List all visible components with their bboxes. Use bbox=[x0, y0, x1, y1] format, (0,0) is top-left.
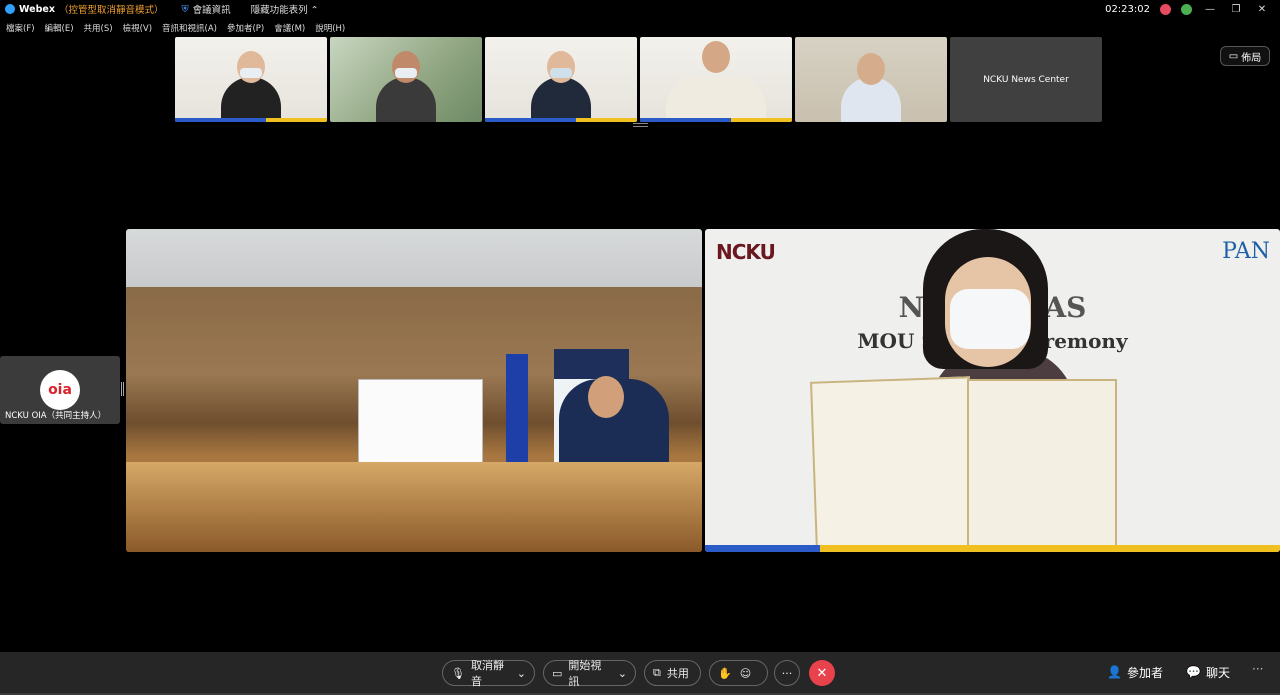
avatar[interactable] bbox=[1181, 3, 1192, 15]
held-document bbox=[967, 379, 1117, 552]
meeting-info-button[interactable]: 會議資訊 bbox=[193, 2, 231, 16]
more-options-button[interactable]: ··· bbox=[774, 660, 800, 686]
held-document bbox=[810, 376, 976, 552]
menu-edit[interactable]: 編輯(E) bbox=[45, 22, 74, 34]
participant-name: NCKU News Center bbox=[983, 74, 1069, 85]
face-mask bbox=[240, 68, 262, 78]
held-document bbox=[358, 379, 483, 469]
chat-button[interactable]: 💬 聊天 bbox=[1186, 662, 1230, 682]
share-button[interactable]: ⧉ 共用 bbox=[644, 660, 701, 686]
participant-head bbox=[588, 376, 624, 418]
menu-help[interactable]: 說明(H) bbox=[315, 22, 345, 34]
title-bar: Webex （控管型取消靜音模式） ⛨ 會議資訊 隱藏功能表列 ⌃ 02:23:… bbox=[0, 0, 1280, 18]
backdrop-stripe bbox=[705, 545, 1280, 552]
stage-video-right[interactable]: NCKU PAN NCKU - PAS MOU Signing Ceremony bbox=[705, 229, 1280, 552]
participant-head bbox=[547, 51, 575, 83]
recording-badge-icon bbox=[1160, 3, 1171, 15]
backdrop-stripe bbox=[485, 118, 637, 122]
participant-head bbox=[702, 41, 730, 73]
chat-icon: 💬 bbox=[1186, 665, 1201, 679]
unmute-button[interactable]: 🎙 取消靜音 ⌄ bbox=[442, 659, 535, 688]
menu-audio-video[interactable]: 音訊和視訊(A) bbox=[162, 22, 217, 34]
minimize-icon[interactable]: — bbox=[1202, 4, 1218, 15]
share-icon: ⧉ bbox=[653, 666, 661, 679]
thumbnail-strip: NCKU News Center bbox=[175, 37, 1102, 122]
resize-handle[interactable] bbox=[633, 123, 648, 127]
start-video-button[interactable]: ▭ 開始視訊 ⌄ bbox=[543, 659, 636, 688]
menu-share[interactable]: 共用(S) bbox=[84, 22, 113, 34]
stage-video-left[interactable] bbox=[126, 229, 702, 552]
participants-button[interactable]: 👤 參加者 bbox=[1107, 662, 1163, 682]
pan-logo: PAN bbox=[1222, 239, 1270, 264]
camera-off-icon: ▭ bbox=[552, 666, 563, 680]
hide-toolbar-button[interactable]: 隱藏功能表列 ⌃ bbox=[251, 2, 319, 16]
app-name: Webex bbox=[19, 3, 55, 15]
restore-icon[interactable]: ❐ bbox=[1228, 4, 1244, 15]
chevron-down-icon[interactable]: ⌄ bbox=[618, 667, 627, 680]
participant-figure bbox=[221, 77, 281, 122]
webex-logo-icon bbox=[5, 4, 15, 14]
participant-head bbox=[392, 51, 420, 83]
menu-file[interactable]: 檔案(F) bbox=[6, 22, 35, 34]
raise-hand-icon[interactable]: ✋ bbox=[718, 667, 732, 680]
backdrop-stripe bbox=[175, 118, 327, 122]
ncku-logo: NCKU bbox=[716, 240, 776, 264]
desk bbox=[126, 462, 702, 552]
emoji-icon[interactable]: ☺ bbox=[740, 667, 751, 680]
control-bar bbox=[0, 652, 1280, 695]
participant-figure bbox=[376, 77, 436, 122]
participant-thumbnail[interactable] bbox=[640, 37, 792, 122]
chevron-down-icon[interactable]: ⌄ bbox=[517, 667, 526, 680]
participant-thumbnail[interactable] bbox=[175, 37, 327, 122]
menu-bar: 檔案(F) 編輯(E) 共用(S) 檢視(V) 音訊和視訊(A) 參加者(P) … bbox=[0, 20, 345, 36]
face-mask bbox=[950, 289, 1030, 349]
participants-icon: 👤 bbox=[1107, 665, 1122, 679]
backdrop-stripe bbox=[640, 118, 792, 122]
clock: 02:23:02 bbox=[1105, 3, 1150, 15]
layout-button[interactable]: ▭ 佈局 bbox=[1220, 46, 1270, 66]
reactions-group: ✋ ☺ bbox=[709, 660, 768, 686]
meeting-mode: （控管型取消靜音模式） bbox=[58, 5, 164, 16]
drag-handle[interactable] bbox=[121, 382, 124, 396]
participant-thumbnail[interactable] bbox=[330, 37, 482, 122]
face-mask bbox=[550, 68, 572, 78]
participant-head bbox=[857, 53, 885, 85]
more-panels-button[interactable]: ··· bbox=[1252, 662, 1263, 676]
participant-thumbnail[interactable] bbox=[795, 37, 947, 122]
participant-figure bbox=[531, 77, 591, 122]
shield-icon: ⛨ bbox=[181, 3, 189, 15]
layout-icon: ▭ bbox=[1228, 50, 1239, 62]
oia-logo: oia bbox=[40, 370, 80, 410]
close-icon[interactable]: ✕ bbox=[1254, 4, 1270, 15]
participant-thumbnail[interactable] bbox=[485, 37, 637, 122]
face-mask bbox=[395, 68, 417, 78]
participant-head bbox=[237, 51, 265, 83]
participant-thumbnail-name-only[interactable]: NCKU News Center bbox=[950, 37, 1102, 122]
menu-participants[interactable]: 參加者(P) bbox=[227, 22, 264, 34]
menu-view[interactable]: 檢視(V) bbox=[123, 22, 152, 34]
mic-muted-icon: 🎙 bbox=[451, 666, 465, 680]
menu-meeting[interactable]: 會議(M) bbox=[274, 22, 305, 34]
side-participant-name: NCKU OIA（共同主持人） bbox=[5, 411, 107, 421]
held-document bbox=[666, 77, 766, 122]
leave-meeting-button[interactable]: ✕ bbox=[809, 660, 835, 686]
